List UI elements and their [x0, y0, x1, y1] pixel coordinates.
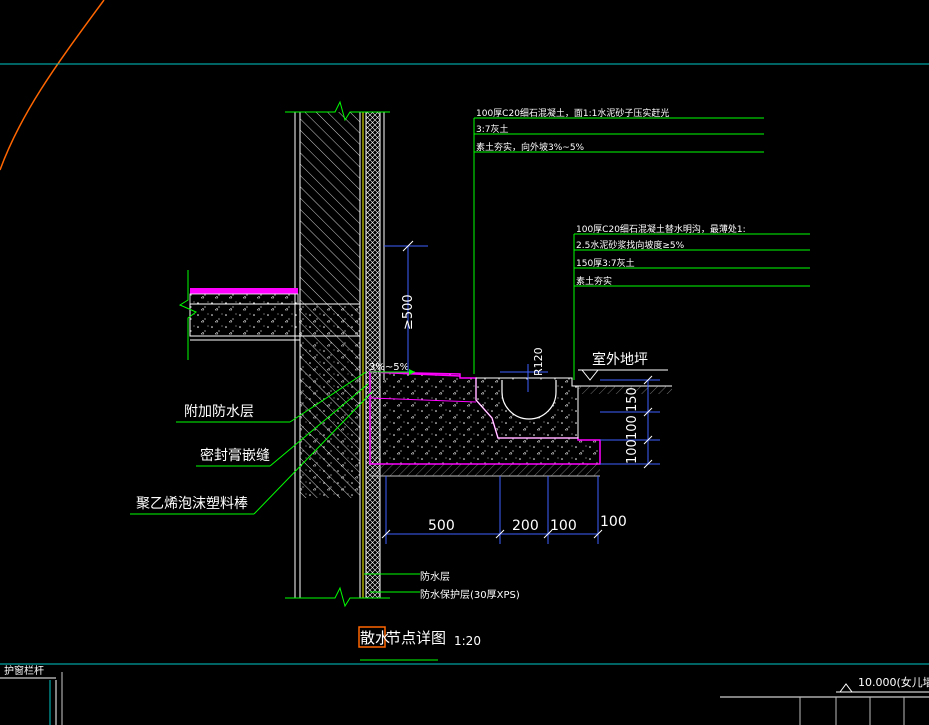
outdoor-ground-label: 室外地坪 [592, 351, 648, 368]
slope-text: 3%~5% [369, 362, 409, 373]
note-top-1: 100厚C20细石混凝土，面1:1水泥砂子压实赶光 [476, 107, 669, 119]
label-waterproof: 防水层 [420, 570, 450, 583]
label-pe-foam-rod: 聚乙烯泡沫塑料棒 [136, 496, 248, 512]
ground-level-marker [580, 369, 600, 381]
elevation-marker [839, 683, 853, 693]
foundation-plinth [300, 340, 360, 498]
note-mid-2: 2.5水泥砂浆找向坡度≥5% [576, 239, 685, 251]
dim-100d: 100 [625, 439, 640, 464]
note-top-3: 素土夯实，向外坡3%~5% [476, 141, 585, 153]
dim-drain-r: R120 [532, 347, 545, 376]
dim-200: 200 [512, 518, 539, 534]
note-mid-1: 100厚C20细石混凝土替水明沟，最薄处1: [576, 223, 746, 235]
cad-drawing-canvas: 3%~5% ≥500 R120 500 200 100 100 150 100 [0, 0, 929, 725]
floor-finish [190, 288, 298, 294]
soil-bottom [370, 464, 600, 476]
note-mid-3: 150厚3:7灰土 [576, 257, 635, 269]
dim-ge500: ≥500 [401, 294, 416, 330]
label-railing: 护窗栏杆 [4, 664, 44, 677]
title-text: 节点详图 [386, 629, 446, 647]
label-extra-waterproof: 附加防水层 [184, 404, 254, 420]
label-sealant: 密封膏嵌缝 [200, 447, 270, 464]
label-waterproof-protect: 防水保护层(30厚XPS) [420, 588, 520, 601]
dim-500: 500 [428, 518, 455, 534]
dim-100c: 100 [625, 415, 640, 440]
floor-screed [189, 293, 299, 305]
dim-100b: 100 [600, 514, 627, 530]
dim-100a: 100 [550, 518, 577, 534]
note-mid-4: 素土夯实 [576, 275, 612, 287]
dim-150: 150 [625, 387, 640, 412]
note-top-2: 3:7灰土 [476, 123, 509, 135]
parapet-ticks [799, 697, 905, 725]
grid-arc [0, 0, 105, 171]
floor-slab [189, 303, 361, 337]
title-scale: 1:20 [454, 634, 481, 648]
label-elevation: 10.000(女儿墙 [858, 675, 929, 689]
insulation-band [366, 112, 380, 598]
